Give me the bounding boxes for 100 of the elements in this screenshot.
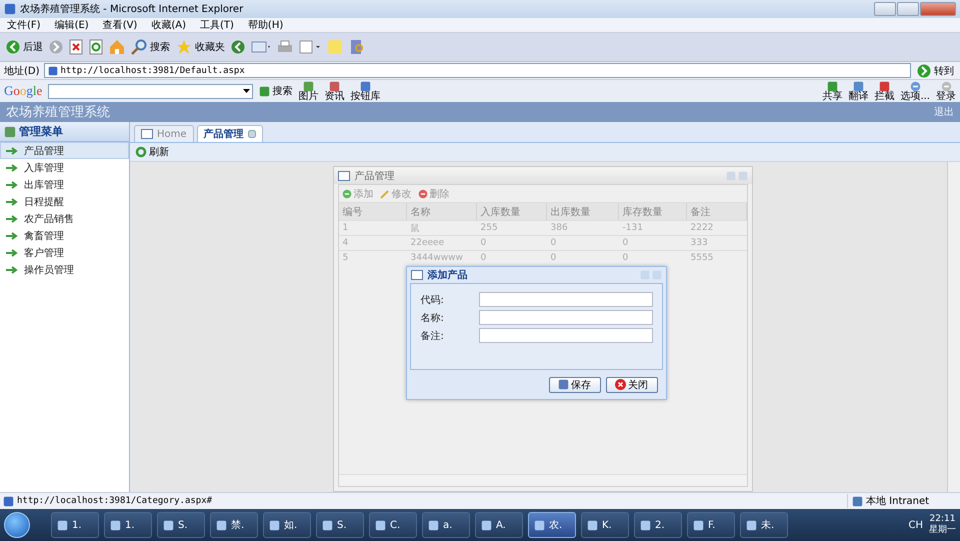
taskbar-button[interactable]: S. bbox=[157, 512, 205, 538]
app-icon bbox=[428, 520, 439, 530]
input-field[interactable] bbox=[478, 328, 652, 343]
taskbar-button[interactable]: 如. bbox=[263, 512, 311, 538]
go-button[interactable]: 转到 bbox=[915, 64, 956, 78]
taskbar-button[interactable]: 未. bbox=[740, 512, 788, 538]
google-logo: Google bbox=[4, 83, 42, 99]
toolbar-icon-button[interactable] bbox=[251, 40, 271, 54]
google-search-field[interactable] bbox=[48, 84, 254, 98]
star-icon bbox=[176, 39, 192, 55]
refresh-button[interactable]: 刷新 bbox=[135, 145, 169, 159]
app-icon bbox=[216, 520, 227, 530]
taskbar-button[interactable]: 禁. bbox=[210, 512, 258, 538]
sidebar-item[interactable]: 操作员管理 bbox=[0, 261, 129, 278]
sidebar-item[interactable]: 产品管理 bbox=[0, 142, 129, 159]
taskbar-button[interactable]: 农. bbox=[528, 512, 576, 538]
taskbar-button[interactable]: 2. bbox=[634, 512, 682, 538]
toolbar-icon-button[interactable] bbox=[299, 40, 321, 54]
restore-button[interactable] bbox=[897, 2, 919, 16]
sidebar-item[interactable]: 出库管理 bbox=[0, 176, 129, 193]
arrow-icon bbox=[6, 266, 18, 274]
toolbar-button[interactable]: 搜索 bbox=[131, 39, 170, 55]
circle-icon bbox=[940, 80, 952, 92]
google-toolbar-button[interactable]: 共享 bbox=[822, 80, 842, 102]
toolbar-button[interactable]: 收藏夹 bbox=[176, 39, 225, 55]
caret-icon bbox=[243, 89, 250, 93]
vertical-scrollbar[interactable] bbox=[947, 162, 960, 492]
sidebar-item[interactable]: 日程提醒 bbox=[0, 193, 129, 210]
menu-item[interactable]: 查看(V) bbox=[102, 18, 138, 32]
google-toolbar-button[interactable]: 翻译 bbox=[848, 80, 868, 102]
field-label: 名称: bbox=[420, 312, 444, 324]
window-title: 农场养殖管理系统 - Microsoft Internet Explorer bbox=[20, 2, 244, 16]
forward-icon bbox=[49, 40, 63, 54]
taskbar-button[interactable]: 1. bbox=[51, 512, 99, 538]
taskbar-button[interactable]: F. bbox=[687, 512, 735, 538]
taskbar-button[interactable]: 1. bbox=[104, 512, 152, 538]
app-icon bbox=[163, 520, 174, 530]
google-search-button[interactable]: 搜索 bbox=[259, 84, 292, 98]
security-zone: 本地 Intranet bbox=[866, 494, 930, 508]
app-icon bbox=[693, 520, 704, 530]
toolbar-icon-button[interactable] bbox=[49, 40, 63, 54]
language-indicator[interactable]: CH bbox=[908, 520, 923, 530]
tab[interactable]: 产品管理 bbox=[196, 125, 263, 142]
toolbar-button[interactable]: 后退 bbox=[6, 40, 43, 54]
google-icon bbox=[259, 86, 270, 96]
app-icon bbox=[587, 520, 598, 530]
taskbar-button[interactable]: C. bbox=[369, 512, 417, 538]
minimize-button[interactable] bbox=[874, 2, 896, 16]
table-cell-text: 255 bbox=[480, 223, 499, 233]
sidebar-item[interactable]: 客户管理 bbox=[0, 244, 129, 261]
toolbar-icon-button[interactable] bbox=[109, 39, 125, 55]
app-icon bbox=[640, 520, 651, 530]
dialog-title: 添加产品 bbox=[428, 268, 468, 282]
save-button[interactable]: 保存 bbox=[548, 376, 600, 392]
taskbar-button[interactable]: A. bbox=[475, 512, 523, 538]
back-icon bbox=[6, 40, 20, 54]
page-icon bbox=[48, 66, 58, 76]
taskbar-button[interactable]: a. bbox=[422, 512, 470, 538]
menu-item[interactable]: 工具(T) bbox=[200, 18, 234, 32]
taskbar-button[interactable]: K. bbox=[581, 512, 629, 538]
toolbar-icon-button[interactable] bbox=[277, 40, 293, 54]
input-field[interactable] bbox=[478, 310, 652, 325]
clock[interactable]: 22:11 星期一 bbox=[929, 514, 956, 536]
sidebar-item[interactable]: 入库管理 bbox=[0, 159, 129, 176]
google-toolbar-button[interactable]: 资讯 bbox=[324, 80, 344, 102]
status-url: http://localhost:3981/Category.aspx# bbox=[17, 496, 212, 506]
window-icon bbox=[338, 170, 350, 180]
google-toolbar-button[interactable]: 登录 bbox=[936, 80, 956, 102]
arrow-icon bbox=[6, 146, 18, 154]
start-button[interactable] bbox=[4, 512, 30, 538]
address-label: 地址(D) bbox=[4, 64, 40, 78]
toolbar-icon-button[interactable] bbox=[89, 39, 103, 55]
menu-item[interactable]: 文件(F) bbox=[7, 18, 41, 32]
arrow-icon bbox=[6, 164, 18, 172]
refresh-icon bbox=[89, 39, 103, 55]
google-toolbar-button[interactable]: 按钮库 bbox=[350, 80, 380, 102]
table-cell-text: 5 bbox=[342, 253, 350, 263]
taskbar-button[interactable]: S. bbox=[316, 512, 364, 538]
menu-item[interactable]: 编辑(E) bbox=[54, 18, 89, 32]
close-button[interactable]: 关闭 bbox=[606, 376, 658, 392]
arrow-icon bbox=[6, 198, 18, 206]
table-cell-text: 386 bbox=[550, 223, 569, 233]
sidebar-title: 管理菜单 bbox=[19, 124, 63, 139]
sidebar-item[interactable]: 农产品销售 bbox=[0, 210, 129, 227]
google-toolbar-button[interactable]: 图片 bbox=[298, 80, 318, 102]
save-icon bbox=[558, 379, 569, 390]
address-field[interactable]: http://localhost:3981/Default.aspx bbox=[44, 63, 911, 78]
page-icon bbox=[3, 496, 14, 506]
delete-icon bbox=[418, 188, 428, 198]
printer-icon bbox=[277, 40, 293, 54]
arrow-icon bbox=[6, 248, 18, 256]
google-toolbar-button[interactable]: 选项... bbox=[900, 80, 930, 102]
menu-item[interactable]: 收藏(A) bbox=[151, 18, 186, 32]
google-toolbar-button[interactable]: 拦截 bbox=[874, 80, 894, 102]
close-button[interactable] bbox=[920, 2, 956, 16]
menu-item[interactable]: 帮助(H) bbox=[248, 18, 284, 32]
input-field[interactable] bbox=[478, 292, 652, 307]
sidebar-item[interactable]: 禽畜管理 bbox=[0, 227, 129, 244]
toolbar-icon-button[interactable] bbox=[69, 39, 83, 55]
table-cell-text: 鼠 bbox=[410, 222, 420, 234]
